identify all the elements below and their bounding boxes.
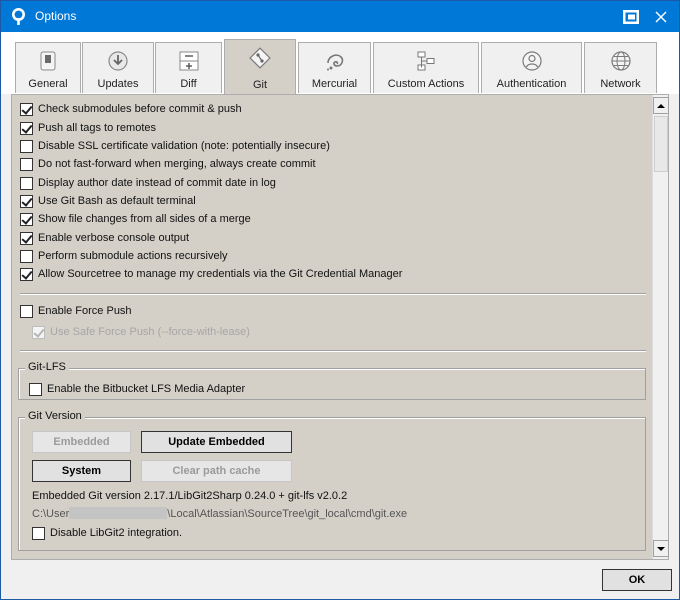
option-no-fast-forward[interactable]: Do not fast-forward when merging, always… [20, 156, 316, 172]
checkbox[interactable] [20, 194, 33, 208]
checkbox[interactable] [20, 267, 33, 281]
tab-authentication[interactable]: Authentication [481, 42, 582, 93]
checkbox[interactable] [20, 212, 33, 226]
option-safe-force-push: Use Safe Force Push (--force-with-lease) [32, 324, 250, 340]
scroll-content: Check submodules before commit & push Pu… [12, 95, 652, 559]
checkbox[interactable] [32, 526, 45, 540]
embedded-button[interactable]: Embedded [32, 431, 131, 453]
git-version-group: Git Version Embedded Update Embedded Sys… [18, 410, 646, 551]
group-title: Git Version [25, 410, 85, 422]
options-window: Options General Updates Diff Git Mercuri… [0, 0, 680, 600]
tab-network[interactable]: Network [584, 42, 657, 93]
scroll-up-button[interactable] [653, 97, 669, 114]
option-credential-manager[interactable]: Allow Sourcetree to manage my credential… [20, 266, 402, 282]
checkbox[interactable] [29, 382, 42, 396]
checkbox[interactable] [20, 176, 33, 190]
group-title: Git-LFS [25, 361, 69, 373]
option-lfs-media-adapter[interactable]: Enable the Bitbucket LFS Media Adapter [29, 381, 245, 397]
checkbox [32, 325, 45, 339]
git-options-panel: Check submodules before commit & push Pu… [11, 94, 669, 560]
clear-path-cache-button[interactable]: Clear path cache [141, 460, 292, 482]
arrow-down-icon [657, 546, 665, 551]
user-circle-icon [521, 51, 542, 71]
globe-icon [610, 51, 631, 71]
ok-button[interactable]: OK [602, 569, 672, 591]
custom-actions-icon [417, 51, 435, 71]
checkbox[interactable] [20, 304, 33, 318]
title-bar: Options [1, 1, 679, 32]
scroll-down-button[interactable] [653, 540, 669, 557]
close-button[interactable] [643, 1, 679, 32]
checkbox[interactable] [20, 231, 33, 245]
separator [20, 350, 646, 352]
update-embedded-button[interactable]: Update Embedded [141, 431, 292, 453]
separator [20, 293, 646, 295]
download-circle-icon [108, 51, 128, 71]
option-merge-file-changes[interactable]: Show file changes from all sides of a me… [20, 211, 251, 227]
option-git-bash-terminal[interactable]: Use Git Bash as default terminal [20, 193, 196, 209]
option-submodule-recursive[interactable]: Perform submodule actions recursively [20, 248, 228, 264]
tab-git[interactable]: Git [224, 39, 296, 94]
redacted-username [69, 507, 168, 520]
system-button[interactable]: System [32, 460, 131, 482]
git-path-text: C:\User \Local\Atlassian\SourceTree\git_l… [32, 507, 408, 520]
git-diamond-icon [249, 47, 271, 69]
git-lfs-group: Git-LFS Enable the Bitbucket LFS Media A… [18, 361, 646, 400]
mercurial-icon [326, 54, 343, 71]
checkbox[interactable] [20, 157, 33, 171]
option-enable-force-push[interactable]: Enable Force Push [20, 303, 132, 319]
option-disable-ssl-validation[interactable]: Disable SSL certificate validation (note… [20, 138, 330, 154]
window-title: Options [35, 9, 77, 23]
tab-diff[interactable]: Diff [155, 42, 222, 93]
tab-general[interactable]: General [15, 42, 81, 93]
tab-custom-actions[interactable]: Custom Actions [373, 42, 479, 93]
checkbox[interactable] [20, 121, 33, 135]
checkbox[interactable] [20, 249, 33, 263]
scroll-thumb[interactable] [654, 116, 668, 172]
option-verbose-console[interactable]: Enable verbose console output [20, 230, 189, 246]
option-author-date[interactable]: Display author date instead of commit da… [20, 175, 276, 191]
restore-window-icon [623, 9, 639, 24]
git-version-text: Embedded Git version 2.17.1/LibGit2Sharp… [32, 490, 348, 502]
checkbox[interactable] [20, 139, 33, 153]
checkbox[interactable] [20, 102, 33, 116]
option-check-submodules[interactable]: Check submodules before commit & push [20, 101, 242, 117]
tab-mercurial[interactable]: Mercurial [298, 42, 371, 93]
diff-icon [179, 51, 198, 71]
vertical-scrollbar[interactable] [652, 95, 669, 559]
sourcetree-logo-icon [12, 8, 25, 25]
option-push-all-tags[interactable]: Push all tags to remotes [20, 120, 156, 136]
close-icon [655, 11, 667, 22]
tab-strip: General Updates Diff Git Mercurial Custo… [1, 32, 679, 94]
switch-icon [40, 51, 56, 71]
option-disable-libgit2[interactable]: Disable LibGit2 integration. [32, 525, 182, 541]
arrow-up-icon [657, 103, 665, 108]
tab-updates[interactable]: Updates [82, 42, 154, 93]
